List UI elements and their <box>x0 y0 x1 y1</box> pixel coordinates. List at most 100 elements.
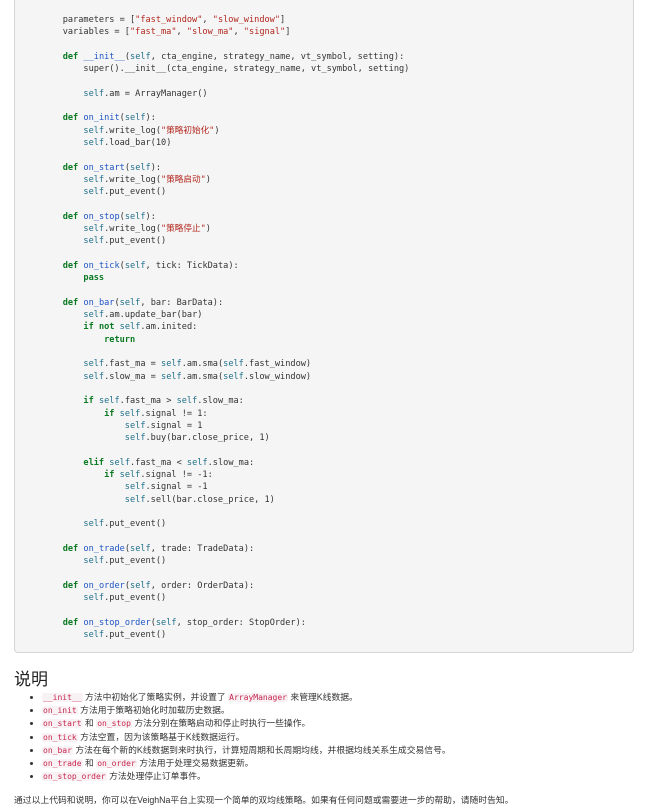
code-token: .signal != 1: <box>140 408 208 419</box>
code-line: self.signal = 1 <box>42 420 409 432</box>
note-item: on_tick 方法空置，因为该策略基于K线数据运行。 <box>42 731 451 744</box>
code-token: self <box>109 457 130 468</box>
code-token: .write_log( <box>104 224 162 235</box>
code-token: self <box>83 187 105 198</box>
code-token: .fast_window) <box>243 359 312 370</box>
code-token: self <box>161 371 182 382</box>
closing-paragraph: 通过以上代码和说明，你可以在VeighNa平台上实现一个简单的双均线策略。如果有… <box>14 795 514 805</box>
note-text: 方法空置，因为该策略基于K线数据运行。 <box>77 731 245 742</box>
code-token: ): <box>145 113 156 124</box>
code-token: , bar: BarData): <box>140 297 224 308</box>
code-token: elif <box>83 457 105 468</box>
note-text: 和 <box>82 718 97 729</box>
code-token: super().__init__(cta_engine, strategy_na… <box>42 64 410 75</box>
code-line: self.put_event() <box>42 518 409 530</box>
inline-code: on_order <box>96 759 137 769</box>
code-token: def <box>62 580 79 591</box>
code-line: self.am.update_bar(bar) <box>42 309 409 321</box>
note-item: __init__ 方法中初始化了策略实例，并设置了 ArrayManager 来… <box>42 691 451 704</box>
code-token: ): <box>150 162 162 173</box>
code-token: .am.sma( <box>181 359 224 370</box>
code-token: .write_log( <box>104 174 162 185</box>
code-line: def on_stop_order(self, stop_order: Stop… <box>42 617 409 629</box>
code-line: if self.signal != 1: <box>42 408 409 420</box>
inline-code: ArrayManager <box>228 693 288 702</box>
code-token: on_stop_order <box>83 617 151 628</box>
code-token: .put_event() <box>104 592 167 603</box>
code-token: variables = [ <box>42 27 130 38</box>
note-text: 方法用于处理交易数据更新。 <box>136 758 254 769</box>
code-line: self.write_log("策略启动") <box>42 174 409 186</box>
code-token: self <box>98 396 120 407</box>
code-token: on_tick <box>83 260 120 271</box>
code-token: pass <box>83 273 105 284</box>
code-token: .am.update_bar(bar) <box>104 310 203 321</box>
code-token: .write_log( <box>104 125 162 136</box>
code-token: self <box>124 260 146 271</box>
code-token: self <box>83 629 105 640</box>
code-token: self <box>155 617 177 628</box>
code-token: self <box>83 88 105 99</box>
code-token: not <box>98 322 115 333</box>
code-token: .fast_ma < <box>130 457 187 468</box>
code-line: self.write_log("策略停止") <box>42 223 409 235</box>
note-item: on_start 和 on_stop 方法分别在策略启动和停止时执行一些操作。 <box>42 717 451 730</box>
code-token: self <box>119 469 141 480</box>
inline-code: on_stop <box>96 719 132 729</box>
code-content: parameters = ["fast_window", "slow_windo… <box>42 14 410 641</box>
code-token: .put_event() <box>104 519 167 530</box>
code-token: if <box>104 408 115 419</box>
code-line: if not self.am.inited: <box>42 321 409 333</box>
code-line: if self.signal != -1: <box>42 469 409 481</box>
code-token: "signal" <box>243 27 286 38</box>
code-token: , tick: TickData): <box>145 260 239 271</box>
code-token: "策略初始化" <box>161 125 215 136</box>
code-token: .signal != -1: <box>140 469 213 480</box>
note-text: 方法在每个新的K线数据到来时执行，计算短周期和长周期均线，并根据均线关系生成交易… <box>72 744 451 755</box>
code-token: .slow_ma: <box>197 396 244 407</box>
note-text: 方法用于策略初始化时加载历史数据。 <box>77 705 230 716</box>
code-token: self <box>124 482 146 493</box>
code-token: .signal = 1 <box>145 420 203 431</box>
code-token: self <box>83 519 105 530</box>
code-token: .slow_ma: <box>207 457 255 468</box>
code-token: ) <box>205 174 211 185</box>
code-token: "slow_window" <box>212 15 281 25</box>
code-line: self.put_event() <box>42 629 409 641</box>
note-text: 方法分别在策略启动和停止时执行一些操作。 <box>131 718 311 729</box>
code-token: on_stop <box>83 211 120 222</box>
code-token: self <box>83 371 105 382</box>
code-token: .fast_ma = <box>104 359 162 370</box>
code-line: self.am = ArrayManager() <box>42 88 409 100</box>
code-token: "fast_ma" <box>129 27 177 38</box>
note-item: on_bar 方法在每个新的K线数据到来时执行，计算短周期和长周期均线，并根据均… <box>42 744 451 757</box>
code-token: self <box>130 51 151 62</box>
code-line: self.put_event() <box>42 235 409 247</box>
code-token: , trade: TradeData): <box>150 543 255 554</box>
code-token: def <box>62 162 79 173</box>
code-token: ] <box>285 27 291 38</box>
code-token: self <box>124 420 146 431</box>
code-line: self.load_bar(10) <box>42 137 409 149</box>
code-token: self <box>124 113 146 124</box>
note-item: on_init 方法用于策略初始化时加载历史数据。 <box>42 704 451 717</box>
code-token: .load_bar(10) <box>104 137 172 148</box>
inline-code: on_start <box>42 719 83 729</box>
code-token: self <box>130 162 151 173</box>
